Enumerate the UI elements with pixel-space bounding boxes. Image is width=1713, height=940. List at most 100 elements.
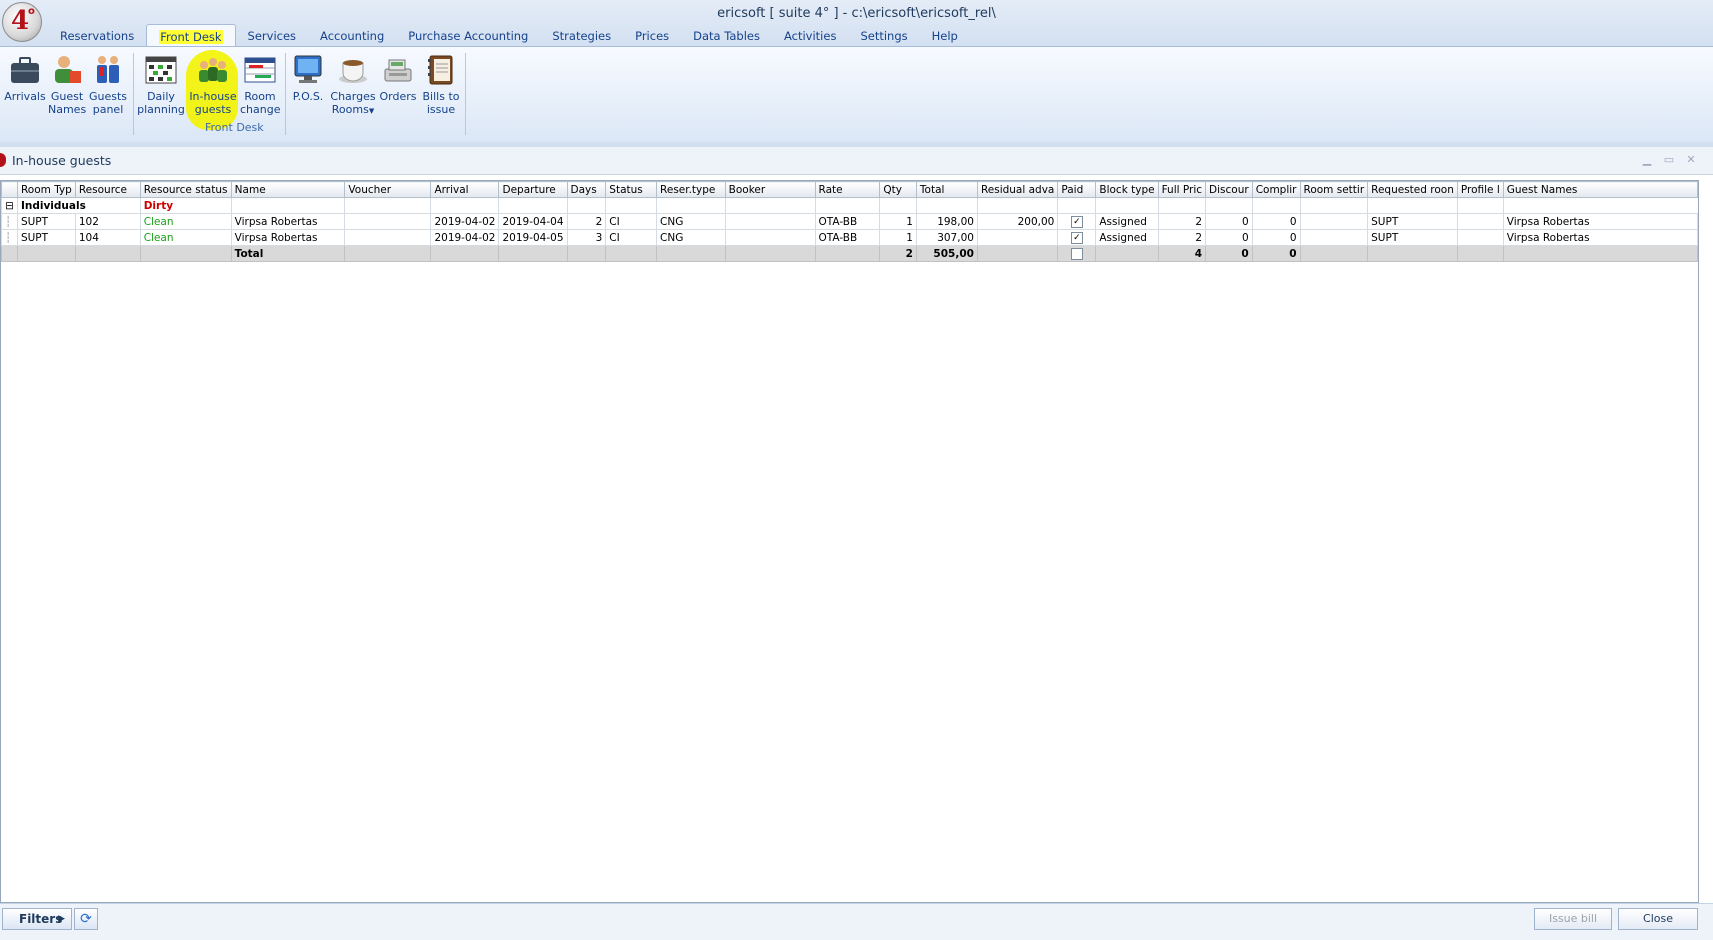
- ribbon-tabs: Reservations Front Desk Services Account…: [48, 24, 970, 47]
- inhouse-guests-label-2: guests: [194, 103, 232, 116]
- close-button[interactable]: Close: [1618, 908, 1698, 930]
- table-row[interactable]: ┆ SUPT 102 Clean Virpsa Robertas 2019-04…: [1, 213, 1699, 230]
- column-header-resource[interactable]: Resource: [74, 181, 141, 198]
- cell-name: Virpsa Robertas: [230, 213, 346, 230]
- coffee-cup-icon: [336, 53, 370, 87]
- guest-names-button[interactable]: Guest Names: [48, 53, 86, 116]
- cell-voucher: [344, 213, 432, 230]
- cell-booker: [724, 229, 816, 246]
- inhouse-guests-button[interactable]: In-house guests: [187, 53, 239, 116]
- total-full-price: 4: [1157, 245, 1207, 262]
- column-header-total[interactable]: Total: [915, 181, 978, 198]
- column-header-guest-names[interactable]: Guest Names: [1502, 181, 1699, 198]
- tab-purchase-accounting[interactable]: Purchase Accounting: [396, 24, 540, 46]
- column-header-qty[interactable]: Qty: [879, 181, 917, 198]
- column-header-compliment[interactable]: Complir: [1251, 181, 1301, 198]
- cell-compliment: 0: [1251, 213, 1301, 230]
- cell-departure: 2019-04-05: [498, 229, 568, 246]
- column-header-voucher[interactable]: Voucher: [344, 181, 432, 198]
- column-header-room-setting[interactable]: Room settir: [1299, 181, 1369, 198]
- issue-bill-button[interactable]: Issue bill: [1534, 908, 1612, 930]
- group-row[interactable]: ⊟ Individuals Dirty: [1, 197, 1698, 214]
- column-header-resource-status[interactable]: Resource status: [139, 181, 232, 198]
- charges-rooms-label-2: Rooms▼: [330, 103, 376, 118]
- column-header-days[interactable]: Days: [566, 181, 607, 198]
- close-icon[interactable]: ✕: [1684, 153, 1698, 166]
- charges-rooms-button[interactable]: Charges Rooms▼: [330, 53, 376, 118]
- paid-checkbox[interactable]: ✓: [1070, 215, 1083, 228]
- group-label: Individuals: [16, 197, 141, 214]
- cash-register-icon: [381, 53, 415, 87]
- column-header-arrival[interactable]: Arrival: [430, 181, 500, 198]
- room-change-icon: [243, 53, 277, 87]
- cell-block-type: Assigned: [1095, 229, 1159, 246]
- total-paid-cell: [1057, 245, 1097, 262]
- column-header-status[interactable]: Status: [605, 181, 658, 198]
- row-tree-line: ┆: [1, 213, 18, 230]
- column-header-residual-advance[interactable]: Residual adva: [976, 181, 1059, 198]
- column-header-block-type[interactable]: Block type: [1095, 181, 1159, 198]
- table-row[interactable]: ┆ SUPT 104 Clean Virpsa Robertas 2019-04…: [1, 229, 1699, 246]
- column-header-expander: [1, 181, 18, 198]
- cell-paid: ✓: [1057, 229, 1097, 246]
- filters-label: Filters: [19, 912, 63, 926]
- cell-paid: ✓: [1057, 213, 1097, 230]
- column-header-departure[interactable]: Departure: [498, 181, 568, 198]
- minimize-icon[interactable]: ▁: [1640, 153, 1654, 166]
- tab-prices[interactable]: Prices: [623, 24, 681, 46]
- cell-block-type: Assigned: [1095, 213, 1159, 230]
- room-change-button[interactable]: Room change: [240, 53, 280, 116]
- column-header-discount[interactable]: Discour: [1205, 181, 1253, 198]
- room-change-label-2: change: [240, 103, 281, 116]
- column-header-name[interactable]: Name: [230, 181, 346, 198]
- tab-services[interactable]: Services: [236, 24, 309, 46]
- filters-button[interactable]: Filters ▶: [2, 908, 72, 930]
- daily-planning-button[interactable]: Daily planning: [136, 53, 186, 116]
- column-header-booker[interactable]: Booker: [724, 181, 816, 198]
- guests-panel-button[interactable]: Guests panel: [88, 53, 128, 116]
- guest-names-label-2: Names: [48, 103, 87, 116]
- refresh-button[interactable]: ⟳: [74, 908, 98, 930]
- tab-strategies[interactable]: Strategies: [540, 24, 623, 46]
- cell-departure: 2019-04-04: [498, 213, 568, 230]
- cell-status: CI: [605, 213, 658, 230]
- charges-rooms-label-1: Charges: [330, 90, 376, 103]
- tab-accounting[interactable]: Accounting: [308, 24, 396, 46]
- maximize-icon[interactable]: ▭: [1662, 153, 1676, 166]
- guest-names-label-1: Guest: [50, 90, 84, 103]
- column-header-room-type[interactable]: Room Typ: [16, 181, 76, 198]
- tab-data-tables[interactable]: Data Tables: [681, 24, 772, 46]
- cell-total: 198,00: [915, 213, 978, 230]
- daily-planning-label-2: planning: [137, 103, 185, 116]
- orders-button[interactable]: Orders: [378, 53, 418, 103]
- bills-to-issue-button[interactable]: Bills to issue: [420, 53, 462, 116]
- cell-days: 3: [566, 229, 607, 246]
- cell-days: 2: [566, 213, 607, 230]
- guest-icon: [50, 53, 84, 87]
- arrivals-button[interactable]: Arrivals: [4, 53, 46, 103]
- tab-settings[interactable]: Settings: [848, 24, 919, 46]
- ledger-book-icon: [424, 53, 458, 87]
- column-header-paid[interactable]: Paid: [1057, 181, 1097, 198]
- paid-checkbox[interactable]: ✓: [1070, 231, 1083, 244]
- column-header-reser-type[interactable]: Reser.type: [656, 181, 726, 198]
- column-header-profile[interactable]: Profile l: [1456, 181, 1504, 198]
- group-resource-status: Dirty: [139, 197, 232, 214]
- column-header-requested-room[interactable]: Requested roon: [1367, 181, 1458, 198]
- cell-residual-advance: [976, 229, 1059, 246]
- cell-name: Virpsa Robertas: [230, 229, 346, 246]
- tab-help[interactable]: Help: [920, 24, 970, 46]
- cell-room-setting: [1299, 229, 1369, 246]
- group-collapse-icon[interactable]: ⊟: [1, 197, 18, 214]
- cell-room-setting: [1299, 213, 1369, 230]
- cell-arrival: 2019-04-02: [430, 229, 500, 246]
- column-header-rate[interactable]: Rate: [814, 181, 881, 198]
- row-tree-line: ┆: [1, 229, 18, 246]
- total-row: Total 2 505,00 4 0 0: [1, 245, 1699, 262]
- pos-button[interactable]: P.O.S.: [288, 53, 328, 103]
- cell-voucher: [344, 229, 432, 246]
- column-header-full-price[interactable]: Full Pric: [1157, 181, 1207, 198]
- tab-activities[interactable]: Activities: [772, 24, 848, 46]
- tab-reservations[interactable]: Reservations: [48, 24, 146, 46]
- tab-front-desk[interactable]: Front Desk: [146, 24, 236, 47]
